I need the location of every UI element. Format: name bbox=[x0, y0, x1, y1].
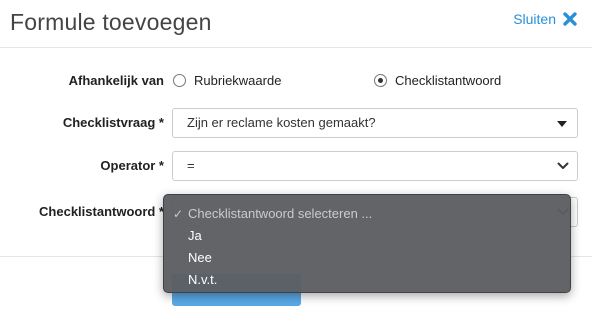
dropdown-option-placeholder[interactable]: ✓ Checklistantwoord selecteren ... bbox=[164, 203, 570, 225]
radio-circle-checklistantwoord[interactable] bbox=[374, 74, 387, 87]
radio-checklistantwoord[interactable]: Checklistantwoord bbox=[374, 73, 501, 88]
checklistvraag-row: Checklistvraag * Zijn er reclame kosten … bbox=[0, 108, 592, 138]
afhankelijk-row: Afhankelijk van Rubriekwaarde Checklista… bbox=[0, 66, 592, 96]
dropdown-option-label: N.v.t. bbox=[188, 272, 218, 287]
dropdown-option-label: Nee bbox=[188, 250, 212, 265]
modal-header: Formule toevoegen Sluiten bbox=[0, 0, 592, 48]
checklistvraag-label: Checklistvraag * bbox=[62, 115, 164, 130]
modal-title: Formule toevoegen bbox=[10, 9, 212, 35]
checklistvraag-select[interactable]: Zijn er reclame kosten gemaakt? bbox=[172, 108, 578, 138]
operator-row: Operator * = bbox=[0, 151, 592, 181]
checklistvraag-value: Zijn er reclame kosten gemaakt? bbox=[187, 115, 376, 130]
checklistantwoord-label: Checklistantwoord * bbox=[39, 204, 164, 219]
checklistantwoord-dropdown[interactable]: ✓ Checklistantwoord selecteren ... Ja Ne… bbox=[163, 194, 571, 293]
close-label[interactable]: Sluiten bbox=[513, 11, 556, 27]
dropdown-option-nvt[interactable]: N.v.t. bbox=[164, 269, 570, 291]
radio-rubriekwaarde[interactable]: Rubriekwaarde bbox=[173, 73, 281, 88]
dropdown-option-ja[interactable]: Ja bbox=[164, 225, 570, 247]
dropdown-option-label: Checklistantwoord selecteren ... bbox=[188, 206, 373, 221]
afhankelijk-label: Afhankelijk van bbox=[68, 73, 164, 88]
operator-select[interactable]: = bbox=[172, 151, 578, 181]
radio-label-rubriekwaarde: Rubriekwaarde bbox=[194, 73, 282, 88]
close-icon[interactable] bbox=[562, 11, 578, 27]
operator-value: = bbox=[187, 158, 195, 173]
chevron-down-icon bbox=[557, 162, 569, 169]
dropdown-option-label: Ja bbox=[188, 228, 202, 243]
radio-label-checklistantwoord: Checklistantwoord bbox=[395, 73, 502, 88]
close-button[interactable]: Sluiten bbox=[513, 11, 578, 27]
dropdown-option-nee[interactable]: Nee bbox=[164, 247, 570, 269]
caret-down-icon bbox=[557, 121, 567, 127]
radio-circle-rubriekwaarde[interactable] bbox=[173, 74, 186, 87]
checkmark-icon: ✓ bbox=[173, 207, 184, 221]
operator-label: Operator * bbox=[100, 158, 164, 173]
